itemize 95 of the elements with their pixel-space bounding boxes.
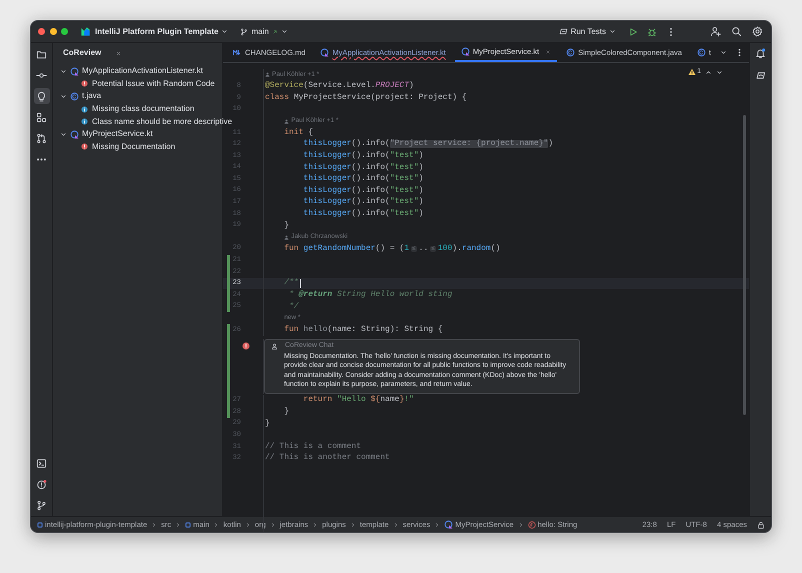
tree-item[interactable]: MyProjectService.kt	[82, 128, 153, 140]
scrollbar-thumb[interactable]	[743, 115, 746, 415]
chevron-right-icon	[151, 522, 158, 528]
kotlin-class-icon	[70, 66, 79, 76]
tool-window-title: CoReview	[63, 47, 102, 59]
chevron-right-icon	[350, 522, 356, 528]
java-class-icon	[70, 92, 79, 101]
run-configuration-selector[interactable]: Run Tests	[558, 26, 616, 38]
tree-item[interactable]: Potential Issue with Random Code	[92, 78, 215, 90]
code-line: thisLogger().info("test")	[302, 198, 424, 206]
chevron-right-icon	[518, 522, 524, 528]
code-line: @Service(Service.Level.PROJECT)	[265, 82, 414, 90]
previous-icon[interactable]	[705, 68, 712, 76]
tree-item[interactable]: MyApplicationActivationListener.kt	[82, 65, 203, 78]
warning-icon	[688, 68, 696, 76]
notification-bell-icon[interactable]	[755, 48, 766, 59]
code-line: // This is another comment	[265, 454, 390, 462]
code-line: thisLogger().info("Project service: {project.name}")	[302, 140, 554, 148]
kotlin-class-icon	[460, 47, 470, 56]
kotlin-class-icon	[70, 130, 79, 139]
chevron-right-icon	[213, 522, 220, 528]
search-icon[interactable]	[731, 26, 742, 37]
error-icon	[81, 143, 88, 150]
code-line: }	[265, 420, 270, 428]
code-line: thisLogger().info("test")	[302, 164, 424, 172]
code-line: * @return String Hello world sting	[288, 291, 452, 300]
code-line: /**	[283, 279, 299, 288]
problems-icon	[36, 478, 47, 490]
code-line: }	[283, 408, 290, 416]
chevron-right-icon	[434, 522, 440, 528]
chevron-right-icon	[392, 522, 399, 528]
code-line: thisLogger().info("test")	[302, 175, 424, 184]
branch-icon	[36, 500, 47, 510]
error-icon	[81, 80, 88, 88]
code-line: class MyProjectService(project: Project) {	[265, 94, 467, 102]
folder-icon	[36, 48, 47, 60]
person-icon	[271, 343, 278, 350]
code-line: fun hello(name: String): String {	[283, 326, 443, 334]
debug-icon[interactable]	[647, 26, 657, 36]
ai-assistant-icon[interactable]	[755, 70, 766, 81]
run-icon[interactable]	[628, 26, 638, 36]
module-icon	[185, 522, 192, 528]
tree-item[interactable]: Missing class documentation	[92, 103, 194, 116]
chevron-icon[interactable]	[60, 92, 67, 100]
terminal-icon	[36, 458, 47, 468]
chevron-right-icon	[175, 522, 182, 528]
lightbulb-icon	[36, 90, 47, 102]
code-line: return "Hello ${name}!"	[302, 396, 414, 404]
java-class-icon	[566, 48, 576, 57]
run-config-icon	[558, 27, 568, 36]
info-icon	[81, 106, 88, 113]
close-icon[interactable]	[545, 48, 552, 54]
next-icon[interactable]	[716, 68, 723, 76]
tool-window-button[interactable]	[34, 88, 50, 104]
code-line: thisLogger().info("test")	[302, 210, 424, 218]
tree-item[interactable]: t.java	[82, 90, 102, 102]
java-class-icon	[696, 48, 706, 57]
function-icon	[528, 520, 536, 528]
module-icon	[37, 522, 43, 528]
code-line: init {	[283, 128, 314, 137]
project-selector[interactable]: IntelliJ Platform Plugin Template	[95, 26, 228, 38]
structure-icon	[36, 112, 47, 122]
kotlin-class-icon	[444, 520, 454, 529]
add-user-icon[interactable]	[710, 26, 721, 37]
chevron-icon[interactable]	[720, 49, 728, 56]
person-icon	[284, 234, 290, 240]
person-icon	[265, 72, 270, 78]
kotlin-class-icon	[320, 48, 330, 57]
branch-icon	[240, 28, 248, 36]
info-icon	[81, 118, 88, 126]
code-line: */	[288, 302, 299, 311]
chevron-icon	[221, 28, 228, 35]
code-line: }	[283, 222, 290, 230]
text-caret	[300, 278, 301, 288]
code-line: // This is a comment	[265, 442, 362, 451]
tree-item[interactable]: Class name should be more descriptive	[92, 116, 232, 128]
code-line: thisLogger().info("test")	[302, 186, 424, 195]
tree-item[interactable]: Missing Documentation	[92, 140, 176, 153]
project-logo-icon	[80, 26, 91, 37]
lock-icon[interactable]	[757, 520, 765, 528]
chevron-icon	[280, 28, 288, 35]
markdown-file-icon	[233, 48, 242, 57]
settings-icon[interactable]	[752, 26, 763, 37]
chevron-right-icon	[270, 522, 276, 528]
pull-request-icon	[36, 132, 47, 144]
chevron-right-icon	[244, 522, 251, 528]
branch-selector[interactable]: main	[240, 26, 288, 38]
chevron-right-icon	[312, 522, 318, 528]
person-icon	[284, 118, 290, 124]
chevron-icon	[609, 28, 616, 35]
arrow-icon	[272, 28, 278, 34]
close-icon[interactable]	[115, 50, 122, 56]
chevron-icon[interactable]	[60, 130, 67, 138]
code-line: thisLogger().info("test")	[302, 152, 424, 160]
chevron-icon[interactable]	[60, 68, 67, 75]
